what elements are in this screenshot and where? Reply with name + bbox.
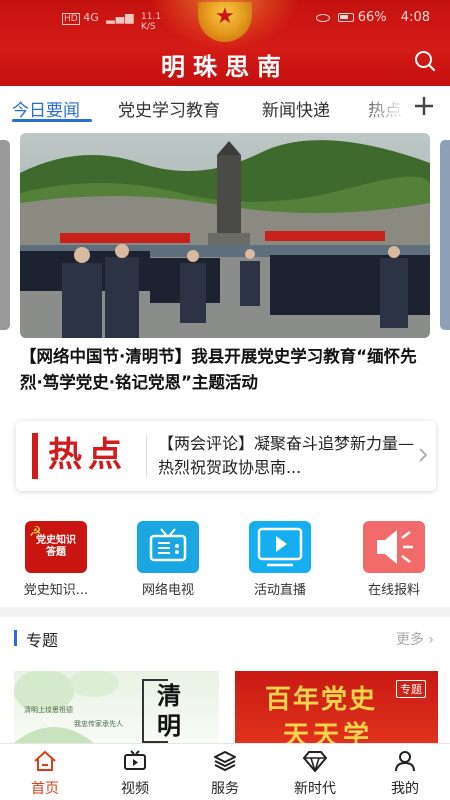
bottom-nav: 首页 视频 服务 新时代 我的 bbox=[0, 743, 450, 800]
more-link-label: 更多 bbox=[395, 632, 424, 648]
battery-level: 66% bbox=[357, 10, 387, 25]
quick-link-network-tv[interactable]: 网络电视 bbox=[128, 521, 208, 598]
hd-badge: HD bbox=[62, 13, 80, 25]
active-tab-indicator bbox=[12, 119, 92, 122]
memorial-ceremony-image bbox=[20, 133, 430, 338]
special-badge: 专题 bbox=[396, 680, 426, 698]
diamond-icon bbox=[303, 751, 327, 772]
quick-link-label: 党史知识... bbox=[23, 583, 89, 598]
nav-home[interactable]: 首页 bbox=[0, 750, 90, 798]
nav-service[interactable]: 服务 bbox=[180, 750, 270, 798]
carousel-prev-peek[interactable] bbox=[0, 140, 10, 330]
tab-party-history[interactable]: 党史学习教育 bbox=[118, 96, 220, 121]
quick-link-report[interactable]: 在线报料 bbox=[354, 521, 434, 598]
quick-link-label: 网络电视 bbox=[141, 583, 194, 598]
carousel-next-peek[interactable] bbox=[440, 140, 450, 330]
quiz-icon-line2: 答题 bbox=[46, 547, 66, 558]
battery-icon bbox=[337, 13, 354, 22]
clock: 4:08 bbox=[400, 10, 430, 25]
speed-unit: K/S bbox=[141, 22, 156, 32]
special-card-party-history[interactable]: 百年党史 天天学 专题 bbox=[235, 671, 438, 743]
more-link[interactable]: 更多 › bbox=[396, 629, 434, 649]
layers-icon bbox=[214, 751, 236, 772]
section-separator bbox=[0, 607, 450, 617]
hot-logo-bar bbox=[32, 433, 38, 479]
search-icon[interactable] bbox=[414, 50, 436, 72]
hot-logo-text: 热点 bbox=[48, 435, 128, 475]
nav-video[interactable]: 视频 bbox=[90, 750, 180, 798]
status-bar: HD 4G ▂▄▆ 11.1 K/S 66% 4:08 bbox=[0, 8, 450, 34]
feature-carousel-image[interactable] bbox=[20, 133, 430, 338]
nav-label: 视频 bbox=[121, 781, 149, 797]
live-play-icon bbox=[249, 521, 311, 573]
user-icon bbox=[395, 751, 415, 772]
app-header: HD 4G ▂▄▆ 11.1 K/S 66% 4:08 明珠思南 bbox=[0, 0, 450, 86]
tab-news-express[interactable]: 新闻快递 bbox=[262, 96, 330, 121]
feature-headline[interactable]: 【网络中国节·清明节】我县开展党史学习教育“缅怀先烈·笃学党史·铭记党恩”主题活… bbox=[20, 344, 430, 396]
status-right: 66% 4:08 bbox=[315, 10, 430, 25]
section-accent-bar bbox=[14, 630, 17, 646]
tab-today-news[interactable]: 今日要闻 bbox=[12, 96, 80, 121]
tv-icon bbox=[137, 521, 199, 573]
quick-link-label: 在线报料 bbox=[367, 583, 420, 598]
network-speed: 11.1 K/S bbox=[141, 12, 161, 32]
quiz-icon-line1: 党史知识 bbox=[36, 535, 76, 546]
hot-news-card[interactable]: 热点 【两会评论】凝聚奋斗追梦新力量—热烈祝贺政协思南... bbox=[16, 421, 436, 491]
quick-link-party-quiz[interactable]: ☭ 党史知识 答题 党史知识... bbox=[16, 521, 96, 598]
special-card-qingming[interactable]: 清明上坟思祖德 我忠传家承先人 清明 bbox=[14, 671, 219, 743]
qingming-title: 清明 bbox=[157, 681, 181, 740]
party-history-quiz-icon: ☭ 党史知识 答题 bbox=[25, 521, 87, 573]
nav-mine[interactable]: 我的 bbox=[360, 750, 450, 798]
party-history-title: 百年党史 bbox=[265, 685, 378, 715]
speed-value: 11.1 bbox=[141, 12, 162, 22]
hot-logo: 热点 bbox=[32, 433, 142, 479]
video-icon bbox=[124, 750, 146, 770]
qingming-poem-line2: 我忠传家承先人 bbox=[74, 720, 123, 728]
chevron-right-icon: › bbox=[428, 632, 434, 648]
signal-bars-icon: ▂▄▆ bbox=[106, 11, 135, 24]
quiz-icon-text: 党史知识 答题 bbox=[28, 535, 84, 559]
qingming-poem-line1: 清明上坟思祖德 bbox=[24, 706, 73, 714]
quick-link-label: 活动直播 bbox=[253, 583, 306, 598]
nav-label: 服务 bbox=[211, 781, 239, 797]
hot-divider bbox=[146, 435, 147, 477]
add-channel-icon[interactable] bbox=[414, 96, 434, 116]
tab-fade bbox=[355, 86, 415, 128]
home-icon bbox=[34, 750, 56, 771]
chevron-right-icon[interactable] bbox=[418, 447, 428, 463]
party-history-subtitle: 天天学 bbox=[283, 721, 374, 743]
signal-indicator: HD 4G ▂▄▆ bbox=[62, 11, 135, 25]
hot-news-text[interactable]: 【两会评论】凝聚奋斗追梦新力量—热烈祝贺政协思南... bbox=[158, 432, 416, 480]
eye-icon bbox=[315, 13, 330, 22]
quick-link-live[interactable]: 活动直播 bbox=[240, 521, 320, 598]
nav-new-era[interactable]: 新时代 bbox=[270, 750, 360, 798]
app-title: 明珠思南 bbox=[161, 52, 289, 81]
nav-label: 首页 bbox=[31, 781, 59, 797]
megaphone-icon bbox=[363, 521, 425, 573]
nav-label: 我的 bbox=[391, 781, 419, 797]
special-section-title: 专题 bbox=[26, 631, 59, 650]
network-label: 4G bbox=[83, 11, 99, 24]
nav-label: 新时代 bbox=[294, 781, 336, 797]
